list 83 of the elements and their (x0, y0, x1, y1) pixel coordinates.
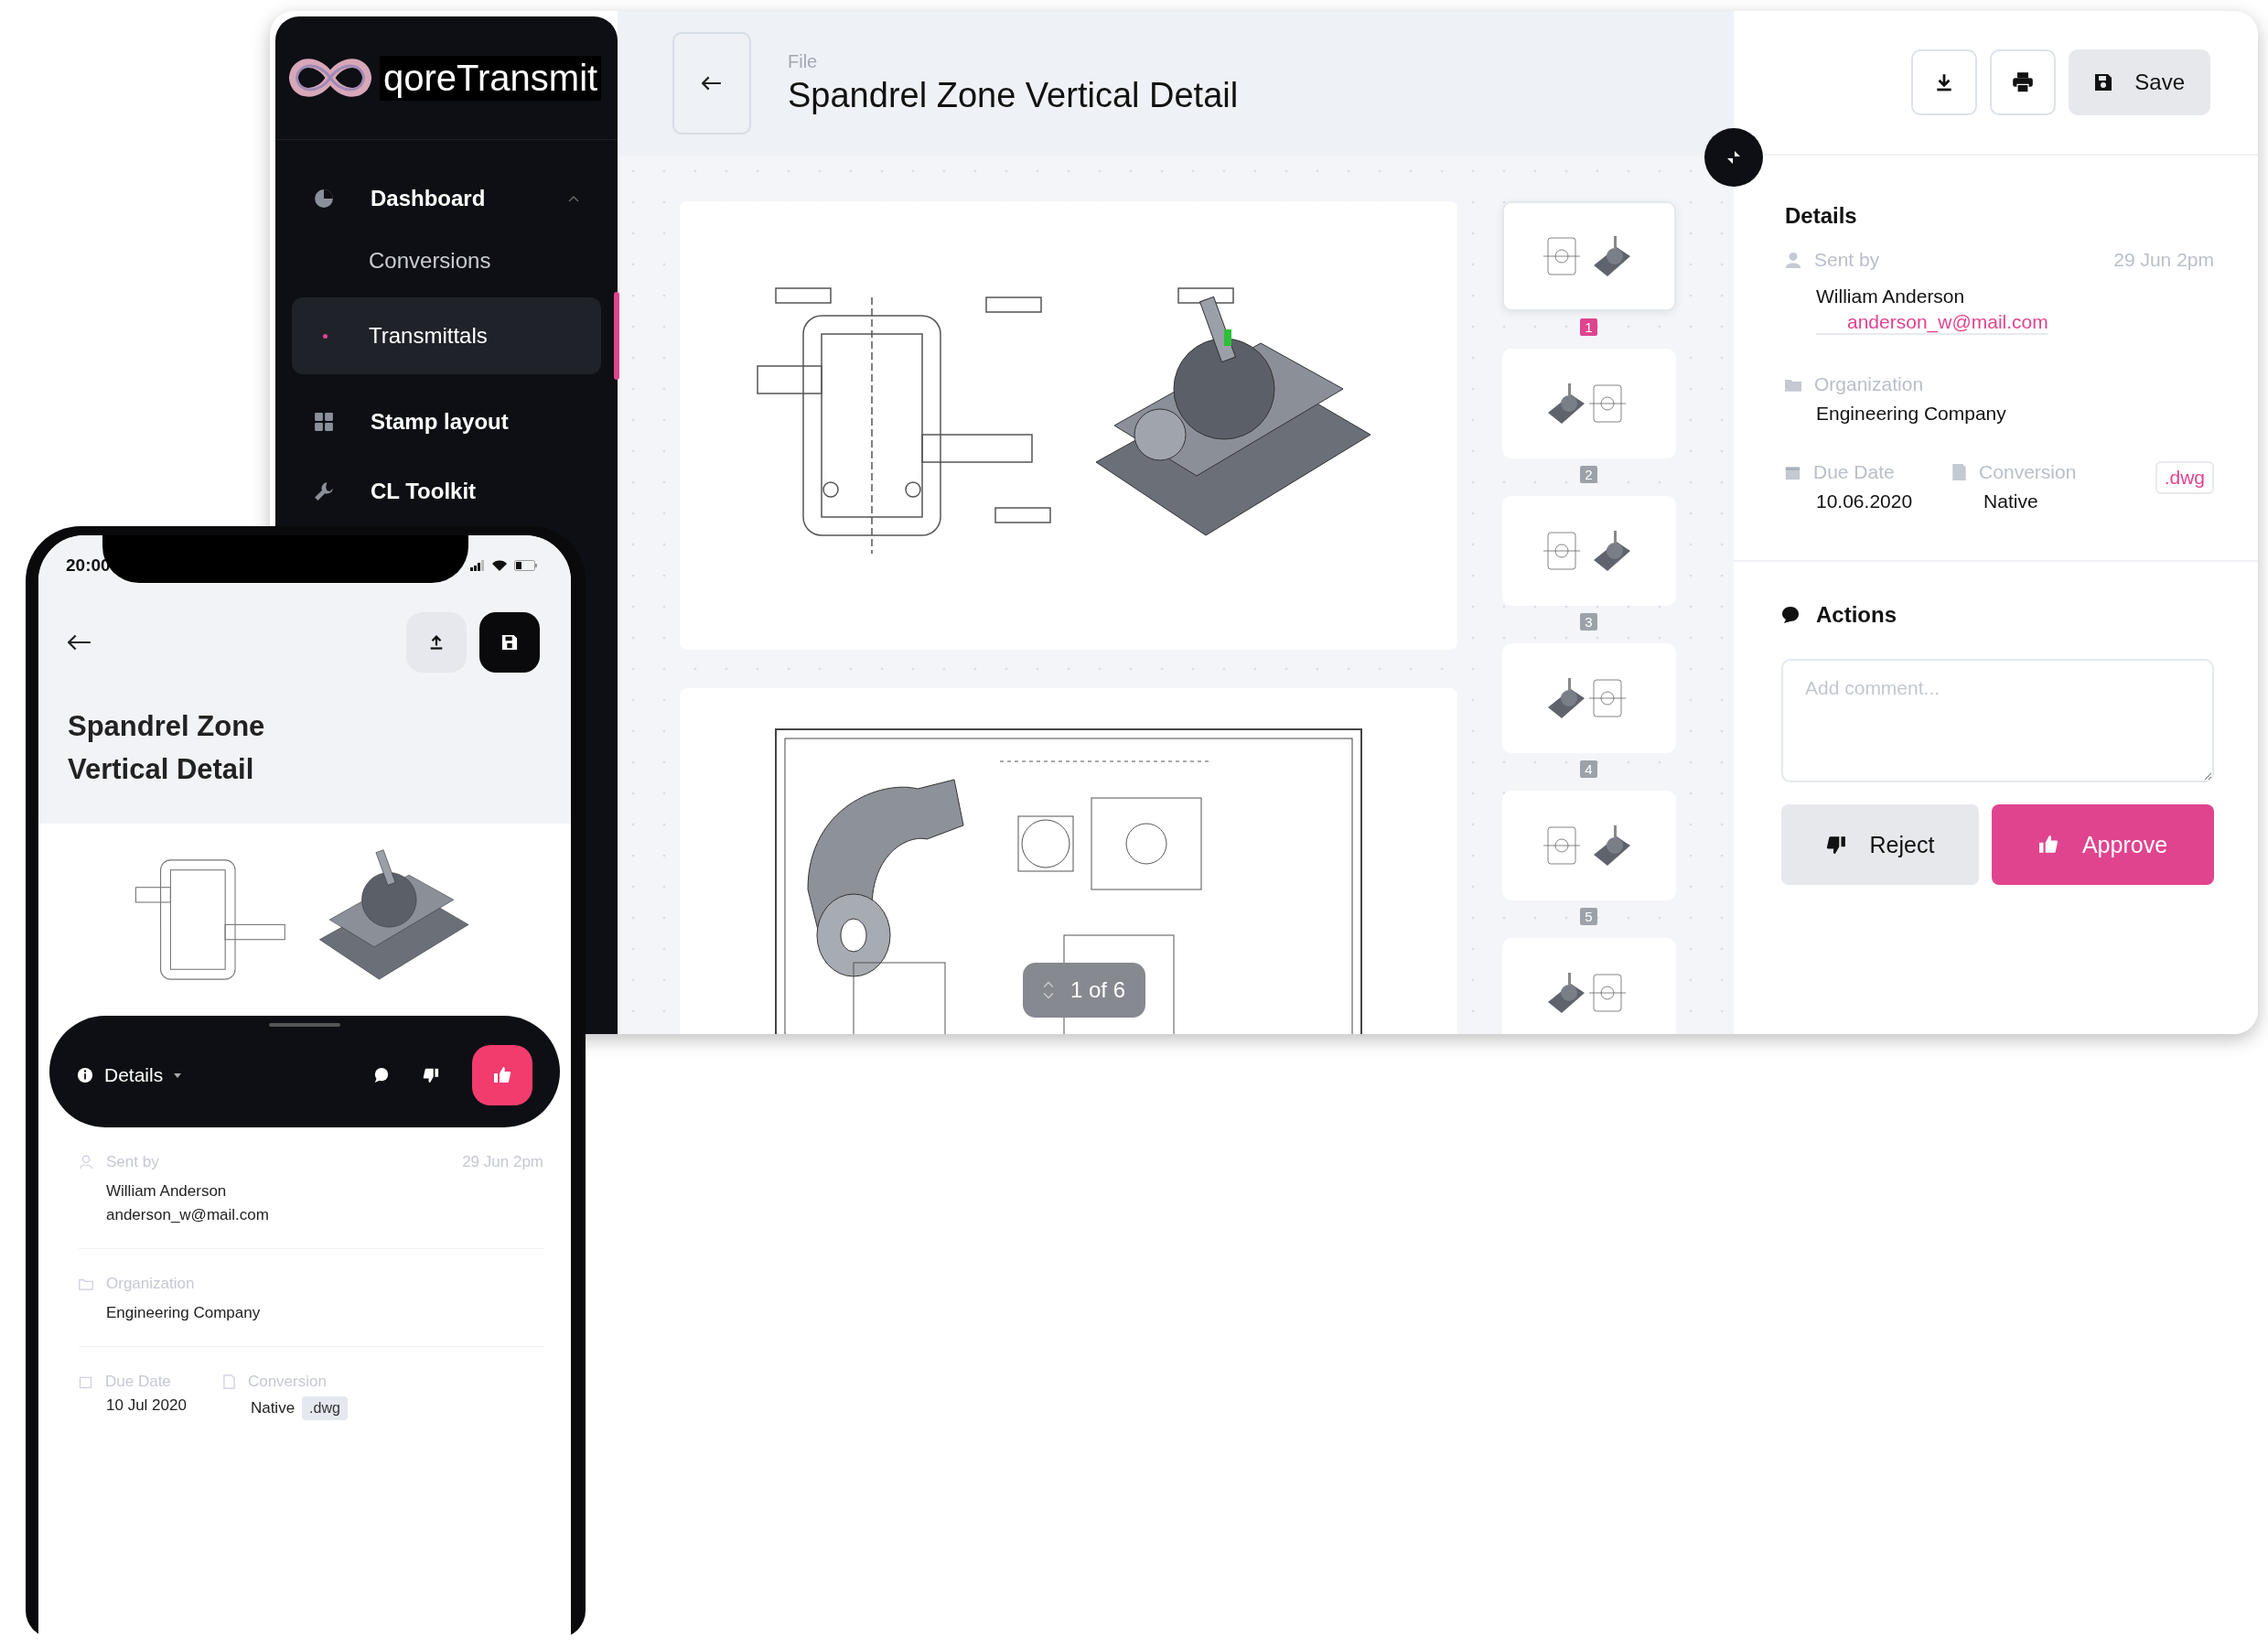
up-down-caret-icon (1043, 979, 1054, 1001)
due-date: 10 Jul 2020 (105, 1396, 187, 1414)
chevron-icon[interactable] (568, 195, 579, 202)
calendar-icon (79, 1374, 92, 1389)
save-button[interactable] (479, 612, 540, 673)
conversion-value: Native (1983, 490, 2039, 512)
document-icon (1952, 464, 1967, 480)
page-thumbnail[interactable] (1501, 496, 1676, 606)
page-thumbnail[interactable] (1501, 791, 1676, 900)
printer-icon (2012, 71, 2035, 93)
page-indicator[interactable]: 1 of 6 (1023, 963, 1146, 1018)
info-icon (77, 1067, 93, 1083)
sidebar-subitem[interactable]: Conversions (292, 230, 601, 292)
document-icon (222, 1374, 235, 1389)
actions-heading: Actions (1816, 602, 1897, 628)
speech-bubble-icon[interactable] (373, 1067, 390, 1083)
reject-button[interactable]: Reject (1781, 804, 1979, 885)
battery-icon (514, 560, 538, 571)
download-button[interactable] (1911, 49, 1978, 115)
page-number: 5 (1580, 908, 1597, 925)
field-label: Due Date (1813, 461, 1895, 483)
caret-icon (174, 1072, 182, 1078)
pie-chart-icon (314, 189, 334, 209)
logo-text: qoreTransmit (380, 55, 602, 101)
sender-name: William Anderson (105, 1182, 228, 1201)
folder-icon (1785, 377, 1801, 392)
grid-icon (314, 412, 334, 432)
organization-name: Engineering Company (1815, 403, 2007, 425)
page-number: 3 (1580, 613, 1597, 630)
wifi-icon (492, 560, 507, 571)
sent-time: 29 Jun 2pm (2113, 249, 2214, 271)
page-number: 1 (1580, 318, 1597, 336)
details-heading: Details (1785, 203, 1858, 229)
field-label: Conversion (247, 1373, 327, 1391)
page-count: 1 of 6 (1070, 977, 1126, 1003)
field-label: Due Date (105, 1373, 171, 1391)
file-type-tag: .dwg (302, 1396, 348, 1420)
back-arrow-icon[interactable] (68, 634, 91, 651)
thumbs-down-icon (1825, 835, 1846, 855)
signal-icon (470, 560, 485, 571)
folder-icon (79, 1277, 93, 1290)
thumbs-up-icon (2037, 835, 2058, 855)
thumbs-up-icon (493, 1066, 511, 1084)
sender-email-link[interactable]: anderson_w@mail.com (1816, 311, 2048, 335)
field-label: Organization (1814, 373, 1924, 395)
file-title: Spandrel Zone Vertical Detail (788, 76, 1239, 115)
upload-icon (428, 634, 445, 651)
conversion-value: Native (249, 1399, 296, 1417)
comment-field[interactable]: Add comment... (1781, 659, 2214, 782)
wrench-icon (314, 481, 334, 501)
back-arrow-icon (702, 76, 722, 91)
page-number: 4 (1580, 760, 1597, 778)
save-button[interactable]: Save (2069, 49, 2210, 115)
sidebar-item[interactable]: Dashboard (292, 167, 601, 230)
approve-button[interactable] (472, 1045, 532, 1105)
page-number: 2 (1580, 466, 1597, 483)
page-thumbnail[interactable] (1501, 201, 1676, 311)
organization-name: Engineering Company (105, 1304, 262, 1322)
page-thumbnail[interactable] (1501, 643, 1676, 753)
file-title: Spandrel Zone Vertical Detail (38, 673, 571, 824)
sender-name: William Anderson (1815, 286, 1966, 307)
file-label: File (788, 51, 819, 72)
upload-button[interactable] (406, 612, 467, 673)
sender-email: anderson_w@mail.com (105, 1206, 270, 1224)
page-thumbnail[interactable] (1501, 938, 1676, 1034)
speech-bubble-icon (1781, 606, 1800, 624)
file-type-tag: .dwg (2155, 461, 2214, 494)
thumbs-down-icon[interactable] (423, 1067, 439, 1083)
page-thumbnail[interactable] (1501, 349, 1676, 458)
field-label: Sent by (1814, 249, 1880, 271)
field-label: Organization (106, 1275, 195, 1293)
sent-time: 29 Jun 2pm (462, 1153, 543, 1171)
print-button[interactable] (1990, 49, 2057, 115)
sidebar-item[interactable]: CL Toolkit (292, 464, 601, 519)
person-icon (1785, 252, 1801, 268)
field-label: Conversion (1979, 461, 2077, 483)
details-dropdown[interactable]: Details (77, 1064, 182, 1086)
person-icon (79, 1155, 93, 1169)
sidebar-subitem[interactable]: Transmittals (292, 297, 601, 374)
field-label: Sent by (106, 1153, 159, 1171)
approve-button[interactable]: Approve (1992, 804, 2214, 885)
sidebar-item[interactable]: Stamp layout (292, 394, 601, 449)
due-date: 10.06.2020 (1815, 490, 1913, 512)
